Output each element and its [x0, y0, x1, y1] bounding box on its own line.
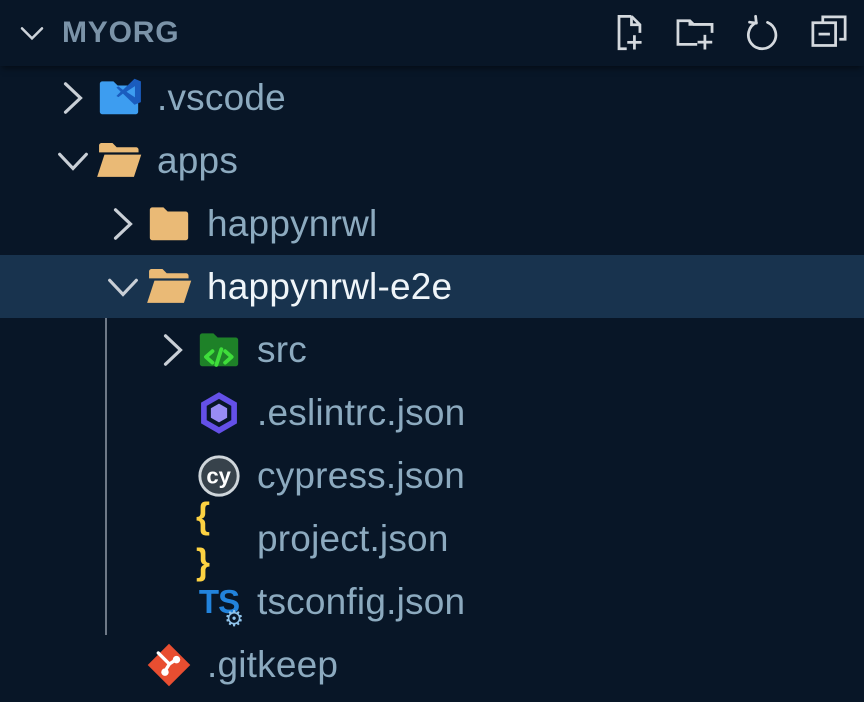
new-folder-icon [673, 11, 717, 55]
json-braces-icon: { } [196, 493, 242, 585]
collapse-all-button[interactable] [806, 8, 852, 58]
chevron-right-icon[interactable] [150, 318, 196, 381]
chevron-right-icon [153, 330, 193, 370]
file-icon-slot [196, 327, 242, 373]
indent-guide [105, 318, 107, 635]
chevron-slot [150, 570, 196, 633]
chevron-slot [100, 633, 146, 696]
tree-row-happynrwl-e2e[interactable]: happynrwl-e2e [0, 255, 864, 318]
file-icon-slot [146, 201, 192, 247]
folder-icon [146, 201, 192, 247]
new-folder-button[interactable] [672, 8, 718, 58]
chevron-right-icon [103, 204, 143, 244]
folder-open-icon [96, 138, 142, 184]
tree-row-happynrwl[interactable]: happynrwl [0, 192, 864, 255]
section-chevron-down-icon[interactable] [14, 15, 50, 51]
tree-row-tsconfig-json[interactable]: TS ⚙ tsconfig.json [0, 570, 864, 633]
tree-item-label: happynrwl-e2e [207, 266, 452, 308]
explorer-section-header[interactable]: MYORG [0, 0, 864, 66]
file-tree: .vscode apps happynrwl happynrwl-e2e [0, 66, 864, 696]
tree-row-apps[interactable]: apps [0, 129, 864, 192]
file-icon-slot: TS ⚙ [196, 579, 242, 625]
chevron-right-icon [53, 78, 93, 118]
file-icon-slot: { } [196, 516, 242, 562]
tsconfig-icon: TS ⚙ [196, 579, 242, 625]
tree-row-cypress-json[interactable]: cy cypress.json [0, 444, 864, 507]
refresh-button[interactable] [739, 8, 785, 58]
src-folder-icon [196, 327, 242, 373]
chevron-right-icon[interactable] [100, 192, 146, 255]
new-file-button[interactable] [605, 8, 651, 58]
tree-row-eslintrc-json[interactable]: .eslintrc.json [0, 381, 864, 444]
tree-item-label: .eslintrc.json [257, 392, 465, 434]
tree-item-label: .gitkeep [207, 644, 338, 686]
tree-item-label: apps [157, 140, 238, 182]
collapse-all-icon [807, 11, 851, 55]
tree-item-label: tsconfig.json [257, 581, 465, 623]
new-file-icon [606, 11, 650, 55]
tree-item-label: cypress.json [257, 455, 465, 497]
tree-item-label: .vscode [157, 77, 286, 119]
file-icon-slot [146, 642, 192, 688]
refresh-icon [740, 11, 784, 55]
file-icon-slot [196, 390, 242, 436]
chevron-slot [150, 507, 196, 570]
tree-row-src[interactable]: src [0, 318, 864, 381]
tree-item-label: src [257, 329, 307, 371]
tree-row-gitkeep[interactable]: .gitkeep [0, 633, 864, 696]
file-icon-slot [96, 75, 142, 121]
gear-icon: ⚙ [224, 609, 244, 631]
tree-item-label: project.json [257, 518, 449, 560]
tree-row-project-json[interactable]: { } project.json [0, 507, 864, 570]
folder-open-icon [146, 264, 192, 310]
chevron-down-icon [103, 267, 143, 307]
tree-item-label: happynrwl [207, 203, 377, 245]
svg-text:cy: cy [206, 463, 231, 488]
file-icon-slot [146, 264, 192, 310]
file-icon-slot [96, 138, 142, 184]
explorer-panel: MYORG [0, 0, 864, 702]
project-title: MYORG [62, 16, 179, 50]
chevron-down-icon [53, 141, 93, 181]
git-icon [146, 642, 192, 688]
vscode-folder-icon [96, 75, 142, 121]
chevron-down-icon[interactable] [50, 129, 96, 192]
tree-row-vscode[interactable]: .vscode [0, 66, 864, 129]
chevron-down-icon[interactable] [100, 255, 146, 318]
eslint-icon [196, 390, 242, 436]
header-actions [605, 8, 852, 58]
chevron-slot [150, 444, 196, 507]
chevron-right-icon[interactable] [50, 66, 96, 129]
chevron-slot [150, 381, 196, 444]
